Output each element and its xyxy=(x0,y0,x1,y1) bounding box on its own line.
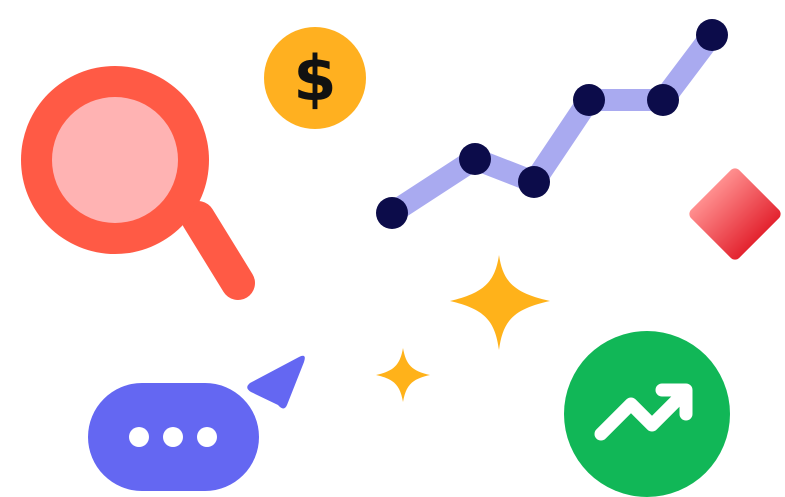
diamond-shape xyxy=(689,168,781,260)
send-arrow-shape xyxy=(247,355,305,409)
trend-line xyxy=(381,24,723,224)
magnifying-glass-icon xyxy=(21,66,255,300)
magnifier-handle xyxy=(181,201,255,300)
coin-symbol: $ xyxy=(293,42,336,115)
dollar-coin-icon: $ xyxy=(264,27,366,129)
illustration-canvas: $ xyxy=(0,0,785,497)
chat-dot xyxy=(129,427,149,447)
send-arrow-icon xyxy=(247,355,305,409)
line-trend-icon xyxy=(376,19,728,229)
trend-point xyxy=(376,197,408,229)
trend-point xyxy=(647,84,679,116)
trend-point xyxy=(459,143,491,175)
growth-arrow-icon xyxy=(564,331,730,497)
chat-dot xyxy=(197,427,217,447)
diamond-icon xyxy=(689,168,781,260)
magnifier-lens xyxy=(52,97,178,223)
trend-point xyxy=(518,166,550,198)
sparkle-large-shape xyxy=(450,255,550,350)
sparkle-small-icon xyxy=(376,348,430,402)
chat-bubble-icon xyxy=(88,383,259,491)
trend-point xyxy=(696,19,728,51)
chat-dot xyxy=(163,427,183,447)
sparkle-small-shape xyxy=(376,348,430,402)
sparkle-large-icon xyxy=(450,255,550,350)
trend-point xyxy=(573,84,605,116)
illustration-svg: $ xyxy=(21,19,781,497)
